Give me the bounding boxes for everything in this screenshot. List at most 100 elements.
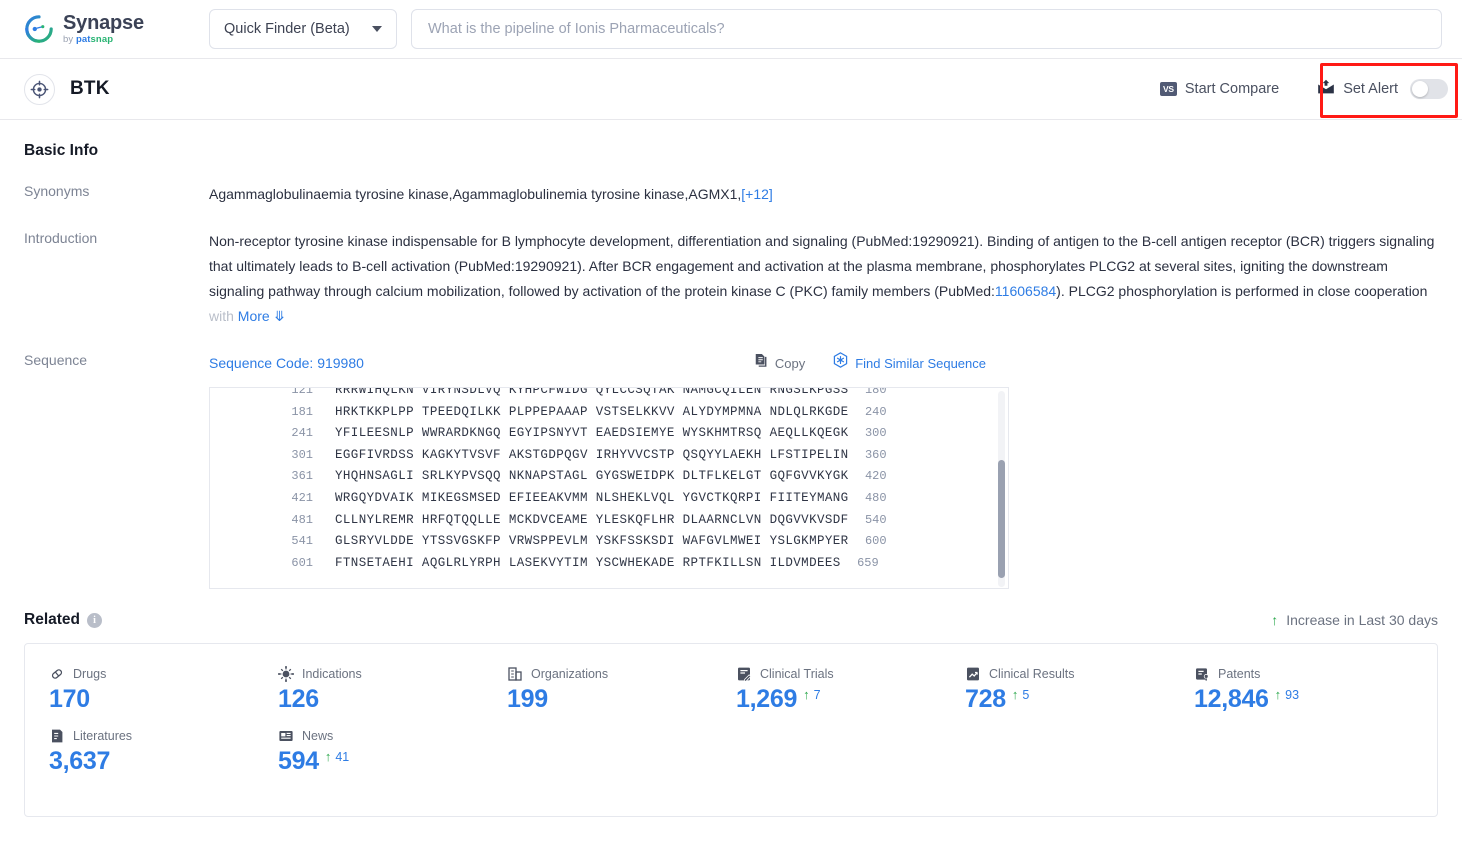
synonyms-value: Agammaglobulinaemia tyrosine kinase,Agam… xyxy=(209,186,742,202)
sequence-line-end: 480 xyxy=(864,490,887,505)
related-title-wrap: Related i xyxy=(24,611,102,629)
related-card-literatures[interactable]: Literatures 3,637 xyxy=(25,728,254,774)
related-card-label: Indications xyxy=(302,667,362,681)
search-mode-label: Quick Finder (Beta) xyxy=(224,21,350,37)
related-title: Related xyxy=(24,611,80,628)
set-alert-control[interactable]: Set Alert xyxy=(1317,79,1448,99)
sequence-line: 241 YFILEESNLP WWRARDKNGQ EGYIPSNYVT EAE… xyxy=(210,423,1008,445)
sequence-line: 541 GLSRYVLDDE YTSSVGSKFP VRWSPPEVLM YSK… xyxy=(210,531,1008,553)
up-arrow-icon: ↑ xyxy=(1274,687,1282,702)
more-label: More xyxy=(237,308,270,324)
brand-logo[interactable]: Synapse by patsnap xyxy=(24,13,158,45)
envelope-alert-icon xyxy=(1317,79,1335,99)
related-card-clinical-results[interactable]: Clinical Results 728 ↑ 5 xyxy=(941,666,1170,712)
sequence-body: Sequence Code: 919980 Copy Find Similar … xyxy=(209,351,1438,589)
related-card-delta-value: 41 xyxy=(335,750,350,764)
up-arrow-icon: ↑ xyxy=(324,749,332,764)
related-card-value: 594 xyxy=(278,747,319,775)
increase-legend-label: Increase in Last 30 days xyxy=(1286,612,1438,628)
search-input[interactable] xyxy=(426,20,1427,38)
set-alert-toggle[interactable] xyxy=(1410,79,1448,99)
related-card-delta: ↑ 7 xyxy=(803,687,820,703)
sequence-line: 301 EGGFIVRDSS KAGKYTVSVF AKSTGDPQGV IRH… xyxy=(210,445,1008,467)
sequence-scrollbar-thumb[interactable] xyxy=(998,460,1005,578)
sequence-line-start: 241 xyxy=(291,426,313,441)
increase-legend: ↑ Increase in Last 30 days xyxy=(1271,612,1438,628)
entity-actions: VS Start Compare Set Alert xyxy=(1159,79,1448,99)
related-card-label: Organizations xyxy=(531,667,609,681)
brand-pat: pat xyxy=(75,34,91,46)
synonyms-label: Synonyms xyxy=(24,183,90,199)
expand-introduction-button[interactable]: More ⤋ xyxy=(238,308,286,324)
sequence-line-start: 181 xyxy=(291,404,313,419)
sequence-line: 481 CLLNYLREMR HRFQTQQLLE MCKDVCEAME YLE… xyxy=(210,510,1008,532)
sequence-line-start: 601 xyxy=(291,555,313,570)
related-card-delta: ↑ 41 xyxy=(325,749,349,765)
related-card-delta-value: 5 xyxy=(1022,688,1030,702)
related-card-organizations[interactable]: Organizations 199 xyxy=(483,666,712,712)
trial-doc-icon xyxy=(736,666,752,682)
related-card-patents[interactable]: Patents 12,846 ↑ 93 xyxy=(1170,666,1399,712)
related-card-drugs[interactable]: Drugs 170 xyxy=(25,666,254,712)
basic-info-title: Basic Info xyxy=(24,142,99,159)
related-card-value: 728 xyxy=(965,685,1006,713)
toggle-knob xyxy=(1412,81,1428,97)
sequence-line-start: 421 xyxy=(291,490,313,505)
sequence-viewer[interactable]: 121 RRRWIHQLKN VIRYNSDLVQ KYHPCFWIDG QYL… xyxy=(209,387,1009,589)
book-icon xyxy=(49,728,65,744)
results-chart-icon xyxy=(965,666,981,682)
related-card-indications[interactable]: Indications 126 xyxy=(254,666,483,712)
set-alert-label: Set Alert xyxy=(1343,81,1398,97)
copy-sequence-button[interactable]: Copy xyxy=(754,351,805,376)
sequence-tools: Copy Find Similar Sequence xyxy=(754,351,1438,376)
info-icon[interactable]: i xyxy=(87,612,102,628)
sequence-line-residues: WRGQYDVAIK MIKEGSMSED EFIEEAKVMM NLSHEKL… xyxy=(335,490,849,505)
sequence-line-residues: YFILEESNLP WWRARDKNGQ EGYIPSNYVT EAEDSIE… xyxy=(335,426,849,441)
vs-badge-icon: VS xyxy=(1159,82,1177,96)
related-card-delta: ↑ 93 xyxy=(1275,687,1299,703)
related-card-clinical-trials[interactable]: Clinical Trials 1,269 ↑ 7 xyxy=(712,666,941,712)
introduction-text-part2: ). PLCG2 phosphorylation is performed in… xyxy=(1056,283,1428,299)
copy-label: Copy xyxy=(774,356,806,371)
related-card-value: 126 xyxy=(278,685,319,713)
search-mode-dropdown[interactable]: Quick Finder (Beta) xyxy=(209,9,397,49)
sequence-line-residues: CLLNYLREMR HRFQTQQLLE MCKDVCEAME YLESKQF… xyxy=(335,512,849,527)
sequence-line: 421 WRGQYDVAIK MIKEGSMSED EFIEEAKVMM NLS… xyxy=(210,488,1008,510)
building-icon xyxy=(507,666,523,682)
introduction-row: Introduction Non-receptor tyrosine kinas… xyxy=(24,229,1438,329)
hexagon-star-icon xyxy=(833,351,848,376)
start-compare-button[interactable]: VS Start Compare xyxy=(1159,81,1279,97)
related-card-news[interactable]: News 594 ↑ 41 xyxy=(254,728,483,774)
chevron-down-icon xyxy=(372,26,382,32)
sequence-line-residues: GLSRYVLDDE YTSSVGSKFP VRWSPPEVLM YSKFSSK… xyxy=(335,534,849,549)
search-box[interactable] xyxy=(411,9,1442,49)
sequence-line: 361 YHQHNSAGLI SRLKYPVSQQ NKNAPSTAGL GYG… xyxy=(210,466,1008,488)
synonyms-row: Synonyms Agammaglobulinaemia tyrosine ki… xyxy=(24,182,1438,207)
virus-icon xyxy=(278,666,294,682)
sequence-line-end: 180 xyxy=(864,387,887,397)
up-arrow-icon: ↑ xyxy=(1271,612,1279,628)
related-card-value: 170 xyxy=(49,685,90,713)
sequence-line-end: 300 xyxy=(864,426,887,441)
related-card-label: Patents xyxy=(1218,667,1261,681)
introduction-body: Non-receptor tyrosine kinase indispensab… xyxy=(209,229,1438,329)
related-card-label: News xyxy=(302,729,334,743)
find-similar-sequence-button[interactable]: Find Similar Sequence xyxy=(833,351,986,376)
sequence-line: 181 HRKTKKPLPP TPEEDQILKK PLPPEPAAAP VST… xyxy=(210,402,1008,424)
sequence-line-start: 301 xyxy=(291,447,313,462)
sequence-line-start: 541 xyxy=(291,534,313,549)
newspaper-icon xyxy=(278,728,294,744)
brand-snap: snap xyxy=(90,34,114,46)
sequence-line-end: 600 xyxy=(864,534,887,549)
sequence-line-residues: YHQHNSAGLI SRLKYPVSQQ NKNAPSTAGL GYGSWEI… xyxy=(335,469,849,484)
pubmed-link[interactable]: 11606584 xyxy=(995,283,1056,299)
sequence-line-start: 481 xyxy=(291,512,313,527)
sequence-line-start: 361 xyxy=(291,469,313,484)
main-content: Basic Info Synonyms Agammaglobulinaemia … xyxy=(0,142,1462,817)
sequence-line: 121 RRRWIHQLKN VIRYNSDLVQ KYHPCFWIDG QYL… xyxy=(210,387,1008,402)
sequence-line-residues: RRRWIHQLKN VIRYNSDLVQ KYHPCFWIDG QYLCCSQ… xyxy=(335,387,849,397)
synonyms-more-link[interactable]: [+12] xyxy=(741,186,773,202)
pill-capsule-icon xyxy=(49,666,65,682)
sequence-line-end: 540 xyxy=(864,512,887,527)
sequence-line-residues: FTNSETAEHI AQGLRLYRPH LASEKVYTIM YSCWHEK… xyxy=(335,555,841,570)
